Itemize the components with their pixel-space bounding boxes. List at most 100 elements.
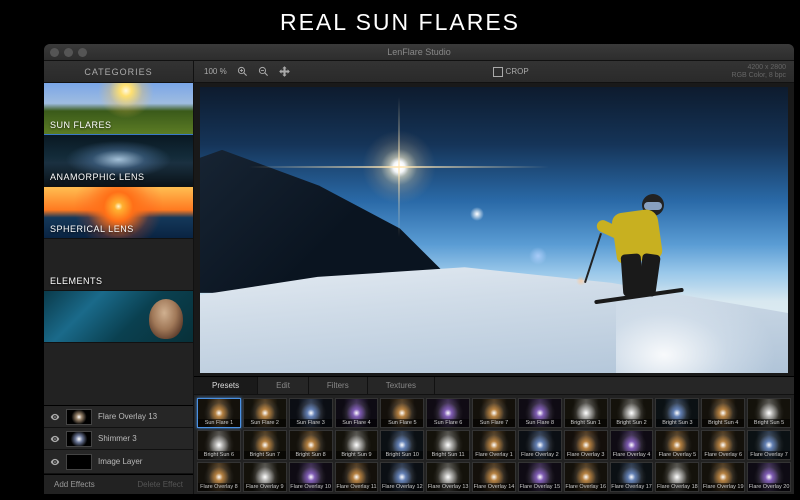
tab-textures[interactable]: Textures (368, 377, 435, 394)
preset-label: Bright Sun 7 (244, 451, 286, 459)
preset-label: Bright Sun 8 (290, 451, 332, 459)
preset-item[interactable]: Flare Overlay 12 (380, 462, 424, 492)
preset-item[interactable]: Sun Flare 2 (243, 398, 287, 428)
preset-item[interactable]: Flare Overlay 13 (426, 462, 470, 492)
preset-item[interactable]: Bright Sun 9 (335, 430, 379, 460)
image-dimensions: 4200 x 2800 (732, 64, 786, 72)
preset-item[interactable]: Flare Overlay 19 (701, 462, 745, 492)
zoom-value[interactable]: 100 % (204, 67, 227, 76)
preset-label: Bright Sun 1 (565, 419, 607, 427)
preset-item[interactable]: Flare Overlay 4 (610, 430, 654, 460)
zoom-out-icon[interactable] (258, 66, 269, 77)
preset-label: Bright Sun 3 (656, 419, 698, 427)
preset-item[interactable]: Flare Overlay 18 (655, 462, 699, 492)
preset-item[interactable]: Sun Flare 8 (518, 398, 562, 428)
preset-item[interactable]: Flare Overlay 6 (701, 430, 745, 460)
layer-row[interactable]: Flare Overlay 13 (44, 406, 193, 428)
preset-label: Sun Flare 2 (244, 419, 286, 427)
crop-button[interactable]: CROP (493, 67, 529, 77)
preset-item[interactable]: Bright Sun 2 (610, 398, 654, 428)
bottom-panel: PresetsEditFiltersTextures Sun Flare 1Su… (194, 376, 794, 494)
preset-item[interactable]: Flare Overlay 5 (655, 430, 699, 460)
preset-item[interactable]: Flare Overlay 15 (518, 462, 562, 492)
layers-panel: Flare Overlay 13 Shimmer 3 Image Layer (44, 405, 193, 474)
preset-item[interactable]: Bright Sun 7 (243, 430, 287, 460)
preset-item[interactable]: Flare Overlay 10 (289, 462, 333, 492)
zoom-in-icon[interactable] (237, 66, 248, 77)
image-colormode: RGB Color, 8 bpc (732, 72, 786, 80)
titlebar: LenFlare Studio (44, 44, 794, 61)
preset-label: Bright Sun 5 (748, 419, 790, 427)
crop-icon (493, 67, 503, 77)
preset-item[interactable]: Flare Overlay 14 (472, 462, 516, 492)
preset-item[interactable]: Bright Sun 8 (289, 430, 333, 460)
visibility-icon[interactable] (50, 457, 60, 467)
preset-item[interactable]: Sun Flare 4 (335, 398, 379, 428)
preset-item[interactable]: Bright Sun 5 (747, 398, 791, 428)
preset-label: Flare Overlay 9 (244, 483, 286, 491)
preset-label: Flare Overlay 6 (702, 451, 744, 459)
tab-presets[interactable]: Presets (194, 377, 258, 394)
preset-item[interactable]: Flare Overlay 17 (610, 462, 654, 492)
preset-label: Sun Flare 8 (519, 419, 561, 427)
tab-filters[interactable]: Filters (309, 377, 368, 394)
preset-label: Sun Flare 3 (290, 419, 332, 427)
preset-label: Bright Sun 6 (198, 451, 240, 459)
delete-effect-button[interactable]: Delete Effect (137, 480, 183, 489)
preset-item[interactable]: Flare Overlay 16 (564, 462, 608, 492)
preset-item[interactable]: Bright Sun 6 (197, 430, 241, 460)
preset-item[interactable]: Flare Overlay 8 (197, 462, 241, 492)
layer-label: Image Layer (98, 457, 142, 466)
preset-item[interactable]: Flare Overlay 11 (335, 462, 379, 492)
layer-row[interactable]: Shimmer 3 (44, 428, 193, 450)
layer-row[interactable]: Image Layer (44, 450, 193, 474)
move-tool-icon[interactable] (279, 66, 290, 77)
visibility-icon[interactable] (50, 434, 60, 444)
preset-item[interactable]: Bright Sun 4 (701, 398, 745, 428)
preset-label: Bright Sun 2 (611, 419, 653, 427)
preset-item[interactable]: Bright Sun 3 (655, 398, 699, 428)
category-list: SUN FLARES ANAMORPHIC LENSSPHERICAL LENS E… (44, 83, 193, 405)
preset-item[interactable]: Bright Sun 10 (380, 430, 424, 460)
preset-item[interactable]: Flare Overlay 1 (472, 430, 516, 460)
add-effects-button[interactable]: Add Effects (54, 480, 95, 489)
preset-label: Sun Flare 7 (473, 419, 515, 427)
preset-label: Bright Sun 10 (381, 451, 423, 459)
preset-item[interactable]: Sun Flare 3 (289, 398, 333, 428)
preset-label: Flare Overlay 15 (519, 483, 561, 491)
layer-thumb (66, 454, 92, 470)
preset-label: Flare Overlay 12 (381, 483, 423, 491)
preset-item[interactable]: Flare Overlay 7 (747, 430, 791, 460)
preset-label: Flare Overlay 19 (702, 483, 744, 491)
preset-item[interactable]: Sun Flare 7 (472, 398, 516, 428)
preset-item[interactable]: Flare Overlay 2 (518, 430, 562, 460)
preset-item[interactable]: Bright Sun 11 (426, 430, 470, 460)
layer-thumb (66, 431, 92, 447)
canvas-viewport[interactable] (200, 87, 788, 373)
visibility-icon[interactable] (50, 412, 60, 422)
preset-item[interactable]: Flare Overlay 20 (747, 462, 791, 492)
image-info: 4200 x 2800 RGB Color, 8 bpc (732, 64, 794, 79)
tab-edit[interactable]: Edit (258, 377, 309, 394)
preset-item[interactable]: Flare Overlay 3 (564, 430, 608, 460)
canvas-subject-skier (584, 176, 694, 316)
category-label: SUN FLARES (50, 120, 112, 130)
category-label: ELEMENTS (50, 276, 103, 286)
preset-label: Flare Overlay 3 (565, 451, 607, 459)
category-item[interactable]: SUN FLARES (44, 83, 193, 135)
category-item[interactable]: ANAMORPHIC LENS (44, 135, 193, 187)
category-item[interactable]: SPHERICAL LENS (44, 187, 193, 239)
layer-label: Flare Overlay 13 (98, 412, 157, 421)
preset-item[interactable]: Flare Overlay 9 (243, 462, 287, 492)
preset-item[interactable]: Sun Flare 1 (197, 398, 241, 428)
preset-item[interactable]: Bright Sun 1 (564, 398, 608, 428)
preset-label: Sun Flare 6 (427, 419, 469, 427)
category-item[interactable] (44, 291, 193, 343)
preset-label: Flare Overlay 8 (198, 483, 240, 491)
preset-label: Flare Overlay 17 (611, 483, 653, 491)
preset-item[interactable]: Sun Flare 6 (426, 398, 470, 428)
category-item[interactable]: ELEMENTS (44, 239, 193, 291)
preset-label: Flare Overlay 4 (611, 451, 653, 459)
preset-label: Bright Sun 11 (427, 451, 469, 459)
preset-item[interactable]: Sun Flare 5 (380, 398, 424, 428)
